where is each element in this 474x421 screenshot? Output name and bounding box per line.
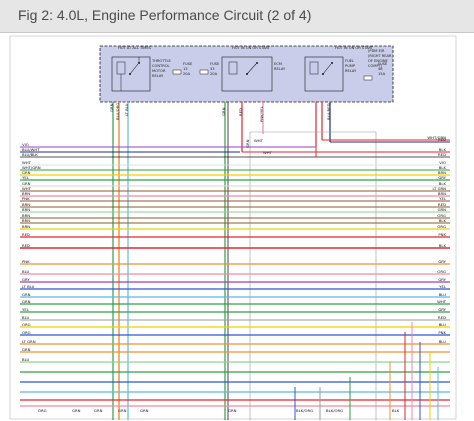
wire-tag: GRN — [118, 408, 127, 413]
left-wire-label: BLU — [22, 357, 30, 362]
left-wire-label: BRN — [22, 218, 30, 223]
svg-text:CONTROL: CONTROL — [152, 64, 170, 68]
right-wire-label: RED — [438, 315, 446, 320]
left-wire-label: BLU — [22, 315, 30, 320]
left-wire-label: GRN — [22, 347, 31, 352]
svg-text:FUSE: FUSE — [183, 62, 193, 66]
svg-text:RELAY: RELAY — [345, 69, 357, 73]
wire-tag: BLK/ORG — [326, 408, 343, 413]
svg-text:13: 13 — [183, 67, 188, 71]
hot-label: HOT IN ON OR START — [232, 46, 271, 50]
wire-tag: GRN — [140, 408, 149, 413]
svg-text:RELAY: RELAY — [274, 67, 286, 71]
right-wire-label: GRY — [438, 175, 446, 180]
wire-tag: BLK — [392, 408, 400, 413]
svg-text:OF ENGINE: OF ENGINE — [368, 59, 389, 63]
left-wire-label: RED — [22, 243, 30, 248]
wire-tag: BLU/RED — [326, 103, 331, 120]
left-wire-label: ORG — [22, 330, 31, 335]
svg-text:FUSE: FUSE — [210, 62, 220, 66]
box-wire-tags: GRN BLU/ORG LT BLU GRN RED PNK/YEL BLU/R… — [109, 103, 331, 122]
hot-label: HOT AT ALL TIMES — [118, 46, 152, 50]
svg-text:ECM: ECM — [274, 62, 282, 66]
wire-tag: WHT — [263, 150, 273, 155]
svg-text:FUEL: FUEL — [345, 59, 354, 63]
right-wire-label: YEL — [439, 196, 447, 201]
right-wire-label: GRN — [438, 207, 447, 212]
right-wire-label: BLU — [439, 292, 447, 297]
left-wire-label: PNK — [22, 259, 30, 264]
right-wire-label: GRY — [438, 259, 446, 264]
svg-text:(PDM E/R: (PDM E/R — [368, 49, 385, 53]
wiring-diagram: HOT AT ALL TIMES HOT IN ON OR START HOT … — [9, 35, 457, 420]
svg-text:PUMP: PUMP — [345, 64, 356, 68]
wire-tag: WHT — [254, 138, 264, 143]
wire-tag: BLK/ORG — [296, 408, 313, 413]
right-wire-label: PNK — [438, 232, 446, 237]
right-wire-label: BLU — [439, 322, 447, 327]
left-wire-label: PNK — [22, 196, 30, 201]
wire-tag: RED — [238, 108, 243, 116]
svg-text:15A: 15A — [378, 72, 386, 76]
svg-text:MOTOR: MOTOR — [152, 69, 166, 73]
right-wire-label: GRY — [438, 277, 446, 282]
right-wire-label: RED — [438, 152, 446, 157]
svg-text:(RIGHT REAR: (RIGHT REAR — [368, 54, 392, 58]
right-wire-label: YEL — [439, 284, 447, 289]
right-wire-label: BLK — [439, 218, 447, 223]
right-wire-label: BLK — [439, 243, 447, 248]
right-wire-label: BLU — [439, 339, 447, 344]
wire-tag: GRN — [94, 408, 103, 413]
wire-tag: GRN — [245, 139, 250, 148]
left-wire-label: RED — [22, 232, 30, 237]
bottom-tags: ORG GRN GRN GRN GRN GRN BLK/ORG BLK/ORG … — [38, 408, 400, 413]
svg-text:RELAY: RELAY — [152, 74, 164, 78]
wire-tag: ORG — [38, 408, 47, 413]
left-wire-label: YEL — [22, 175, 30, 180]
wire-tag: LT BLU — [124, 103, 129, 116]
left-wire-label: BLU/BLK — [22, 152, 38, 157]
svg-text:COMPT): COMPT) — [368, 64, 383, 68]
right-wire-label: ORG — [437, 224, 446, 229]
left-wire-label: GRN — [22, 299, 31, 304]
horizontal-wires — [20, 139, 450, 420]
left-wire-label: BLU — [22, 269, 30, 274]
right-wire-label: PNK — [438, 330, 446, 335]
right-wire-label: RED — [438, 137, 446, 142]
left-wire-label: LT BLU — [22, 284, 35, 289]
wire-tag: GRN — [72, 408, 81, 413]
right-wire-label: WHT — [437, 299, 447, 304]
wire-tag: GRN — [228, 408, 237, 413]
wire-tag: PNK/YEL — [259, 105, 264, 122]
left-wire-label: GRN — [22, 292, 31, 297]
wire-tag: GRN — [221, 107, 226, 116]
svg-text:33: 33 — [210, 67, 215, 71]
left-wire-label: GRY — [22, 277, 30, 282]
left-wire-label: BRN — [22, 224, 30, 229]
svg-text:20A: 20A — [183, 72, 191, 76]
svg-text:THROTTLE: THROTTLE — [151, 59, 172, 63]
power-distribution-box: HOT AT ALL TIMES HOT IN ON OR START HOT … — [99, 45, 394, 103]
figure-header: Fig 2: 4.0L, Engine Performance Circuit … — [0, 0, 474, 33]
left-wire-label: YEL — [22, 307, 30, 312]
left-wire-label: LT GRN — [22, 339, 36, 344]
right-wire-label: GRY — [438, 307, 446, 312]
right-wire-label: ORG — [437, 269, 446, 274]
left-wire-label: ORG — [22, 322, 31, 327]
figure-title: Fig 2: 4.0L, Engine Performance Circuit … — [18, 7, 312, 23]
svg-text:20A: 20A — [210, 72, 218, 76]
wire-tag: GRN — [109, 103, 114, 112]
wire-tag: BLU/ORG — [115, 103, 120, 120]
left-wire-label: BRN — [22, 207, 30, 212]
